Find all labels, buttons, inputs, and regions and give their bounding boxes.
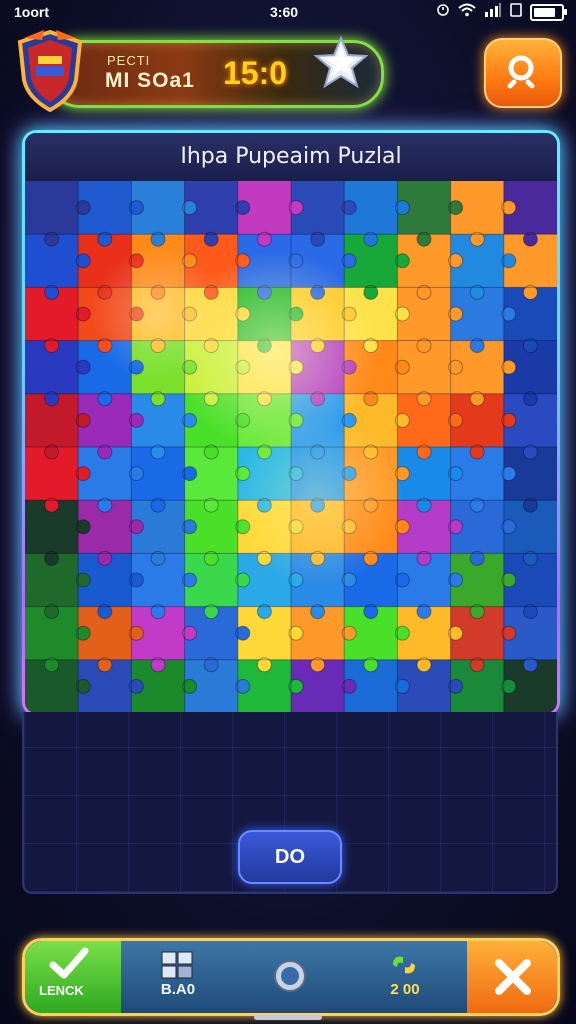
player-label-main: MI SOa1	[105, 69, 195, 92]
score-value: 15:0	[223, 55, 288, 91]
do-button[interactable]: DO	[238, 830, 342, 884]
status-bar: 1oort 3:60	[0, 0, 576, 26]
check-label: LENCK	[39, 983, 84, 998]
search-icon	[504, 52, 542, 95]
player-label-top: PECTI	[107, 53, 151, 68]
coins-icon	[389, 953, 419, 982]
puzzle-title: Ihpa Pupeaim Puzlal	[25, 133, 557, 181]
close-icon	[493, 957, 533, 1002]
star-icon	[312, 34, 370, 92]
coins-label: 2 00	[390, 981, 420, 998]
status-icons	[436, 3, 567, 22]
check-icon	[49, 947, 89, 986]
grid-label: B.A0	[160, 981, 196, 998]
signal-icon	[484, 3, 502, 22]
puzzle-panel: Ihpa Pupeaim Puzlal	[22, 130, 560, 716]
battery-icon	[530, 4, 567, 21]
circle-icon	[271, 957, 309, 1000]
status-time: 3:60	[270, 4, 299, 20]
shield-icon[interactable]	[14, 28, 86, 114]
puzzle-piece[interactable]	[25, 181, 79, 235]
check-button[interactable]: LENCK	[25, 941, 121, 1013]
bottom-toolbar: LENCK B.A0 2 00	[22, 938, 560, 1016]
grid-button[interactable]: B.A0	[143, 941, 213, 1013]
puzzle-board[interactable]	[25, 181, 557, 713]
home-indicator[interactable]	[254, 1015, 322, 1020]
circle-button[interactable]	[257, 941, 323, 1013]
coins-button[interactable]: 2 00	[367, 941, 443, 1013]
alarm-icon	[436, 3, 450, 22]
grid-icon	[161, 951, 195, 984]
wifi-icon	[458, 3, 476, 22]
search-button[interactable]	[484, 38, 562, 108]
close-button[interactable]	[467, 941, 557, 1013]
sim-icon	[510, 3, 522, 22]
status-carrier: 1oort	[14, 4, 49, 20]
